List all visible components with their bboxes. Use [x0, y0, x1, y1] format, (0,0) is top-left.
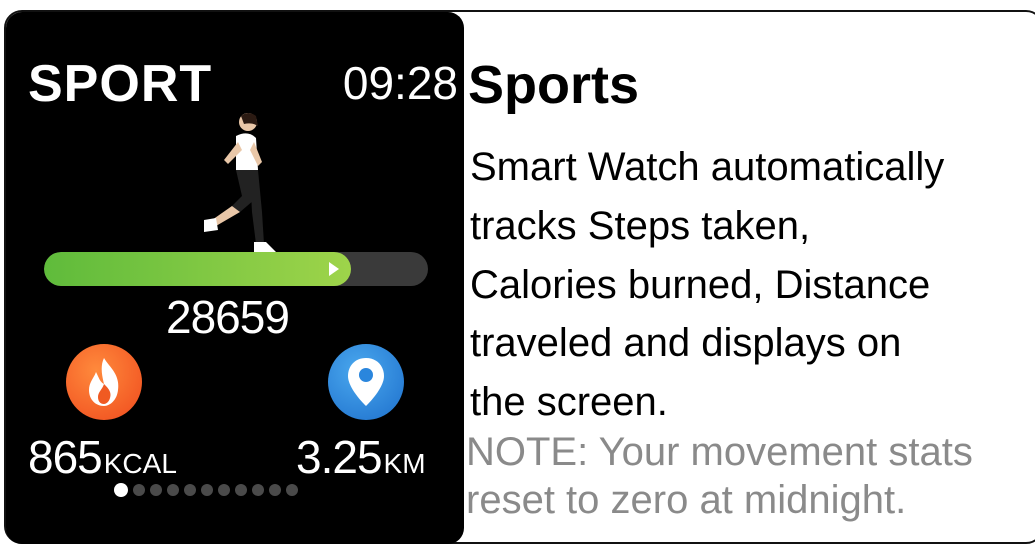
calories-badge — [66, 344, 142, 420]
page-dot — [150, 484, 162, 496]
page-dot — [235, 484, 247, 496]
page-dot — [133, 484, 145, 496]
feature-description: Smart Watch automatically tracks Steps t… — [470, 138, 1030, 432]
location-pin-icon — [348, 358, 384, 406]
distance-stat: 3.25KM — [296, 434, 426, 480]
calories-value: 865 — [28, 431, 103, 483]
calories-unit: KCAL — [103, 448, 177, 479]
watch-screen-title: SPORT — [28, 55, 213, 113]
description-line: the screen. — [470, 380, 668, 425]
step-progress-bar — [44, 252, 428, 286]
page-dot — [184, 484, 196, 496]
reset-note: NOTE: Your movement stats reset to zero … — [466, 428, 1032, 524]
calories-stat: 865KCAL — [28, 434, 177, 480]
note-line: NOTE: Your movement stats — [466, 430, 973, 474]
feature-heading: Sports — [468, 55, 640, 115]
play-arrow-icon — [329, 262, 339, 276]
page-dot — [201, 484, 213, 496]
runner-icon — [204, 113, 276, 254]
page-indicator — [114, 483, 298, 497]
watch-clock: 09:28 — [342, 57, 458, 109]
watch-screen: SPORT 09:28 28659 865KCAL 3.25KM — [6, 12, 464, 544]
flame-icon — [89, 358, 119, 406]
step-count: 28659 — [166, 291, 290, 343]
description-line: Smart Watch automatically — [470, 145, 945, 189]
page-dot — [252, 484, 264, 496]
page-dot — [269, 484, 281, 496]
distance-value: 3.25 — [296, 431, 383, 483]
note-line: reset to zero at midnight. — [466, 478, 907, 522]
page-dot — [286, 484, 298, 496]
description-line: traveled and displays on — [470, 321, 902, 366]
page-dot — [114, 483, 128, 497]
page-dot — [167, 484, 179, 496]
distance-unit: KM — [383, 448, 426, 479]
description-line: Calories burned, Distance — [470, 262, 931, 307]
step-progress-fill — [44, 252, 351, 286]
page-dot — [218, 484, 230, 496]
description-line: tracks Steps taken, — [470, 203, 811, 248]
distance-badge — [328, 344, 404, 420]
